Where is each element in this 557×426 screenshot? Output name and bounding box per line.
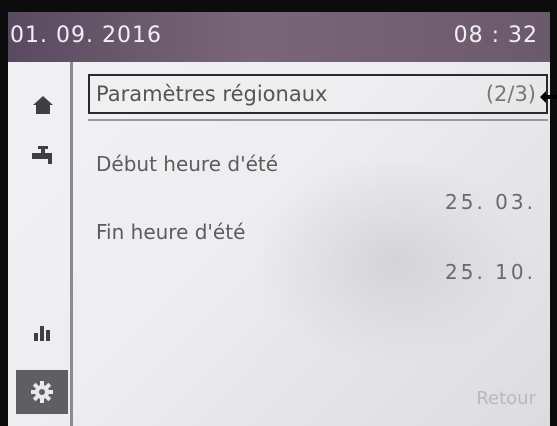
status-bar: 01. 09. 2016 08 : 32 [8,12,550,62]
menu-title: Paramètres régionaux [96,82,328,106]
home-icon[interactable] [28,90,58,120]
back-button[interactable]: Retour [476,388,536,409]
photo-frame: 01. 09. 2016 08 : 32 Paramètres régionau… [0,0,557,426]
pointer-arrow-icon [540,91,557,103]
tap-icon[interactable] [28,140,58,170]
dst-start-label: Début heure d'été [96,152,279,176]
time-display: 08 : 32 [453,23,538,48]
date-display: 01. 09. 2016 [10,23,162,48]
title-underline [88,119,548,121]
device-screen: 01. 09. 2016 08 : 32 Paramètres régionau… [8,12,550,426]
settings-icon[interactable] [16,370,68,414]
dst-end-value[interactable]: 25. 10. [445,260,536,284]
sidebar-divider [70,62,73,426]
dst-start-value[interactable]: 25. 03. [445,190,536,214]
dst-end-label: Fin heure d'été [96,220,246,244]
stats-icon[interactable] [28,316,58,346]
page-indicator: (2/3) [485,82,536,106]
regional-settings-item[interactable]: Paramètres régionaux (2/3) [88,74,548,114]
